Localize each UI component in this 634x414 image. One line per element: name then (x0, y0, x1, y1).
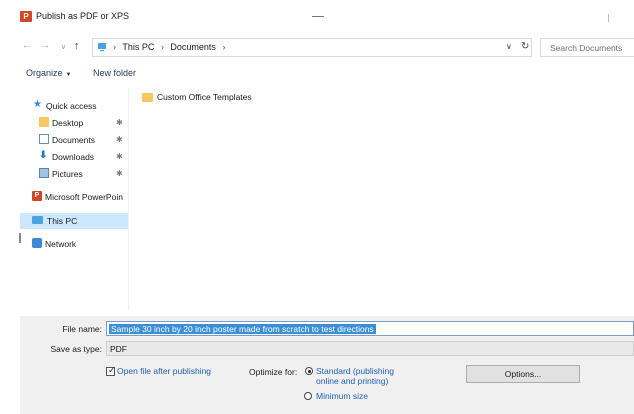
sidebar-item-label: Pictures (52, 169, 83, 179)
address-bar[interactable]: › This PC › Documents › ∨ ↻ (92, 38, 532, 57)
pin-icon[interactable]: ✱ (116, 152, 123, 161)
window-title: Publish as PDF or XPS (36, 11, 130, 21)
breadcrumb-documents[interactable]: Documents (170, 42, 216, 52)
pin-icon[interactable]: ✱ (116, 169, 123, 178)
sidebar-item-label: Network (45, 239, 77, 249)
save-type-select[interactable]: PDF (106, 341, 634, 356)
star-icon: ★ (33, 99, 42, 110)
checkmark-icon: ✓ (108, 365, 116, 375)
new-folder-button[interactable]: New folder (93, 68, 136, 78)
sidebar-item-this-pc[interactable]: This PC (20, 213, 128, 229)
pin-icon[interactable]: ✱ (116, 118, 123, 127)
optimize-minimum-radio[interactable] (304, 392, 312, 400)
sidebar-item-downloads[interactable]: ⬇ Downloads ✱ (39, 149, 125, 165)
save-type-value: PDF (110, 344, 127, 354)
forward-button[interactable]: → (40, 41, 50, 51)
pane-splitter[interactable] (19, 233, 21, 243)
organize-label: Organize (26, 68, 63, 78)
sidebar-item-label: Microsoft PowerPoin (45, 192, 123, 202)
sidebar-item-label: This PC (47, 216, 78, 226)
folder-icon (39, 117, 49, 127)
refresh-icon[interactable]: ↻ (521, 41, 529, 52)
minimize-icon[interactable] (312, 8, 324, 17)
file-name-label: File name: (62, 324, 102, 334)
chevron-down-icon[interactable]: ∨ (506, 42, 512, 51)
download-arrow-icon: ⬇ (39, 150, 48, 161)
file-name: Custom Office Templates (157, 92, 252, 102)
pin-icon[interactable]: ✱ (116, 135, 123, 144)
sidebar-item-label: Downloads (52, 152, 95, 162)
computer-icon (32, 216, 43, 224)
sidebar-item-powerpoint[interactable]: P Microsoft PowerPoin (32, 189, 128, 205)
sidebar-item-desktop[interactable]: Desktop ✱ (39, 115, 125, 131)
sidebar-item-quick-access[interactable]: ★ Quick access (33, 98, 123, 114)
file-list: Custom Office Templates (130, 88, 634, 310)
save-options-panel: File name: Sample 30 inch by 20 inch pos… (20, 316, 634, 414)
optimize-minimum-label[interactable]: Minimum size (316, 391, 368, 401)
toolbar: Organize ▼ New folder (0, 62, 634, 84)
open-after-label[interactable]: Open file after publishing (117, 366, 211, 376)
pictures-icon (39, 168, 49, 178)
network-icon (32, 238, 42, 248)
search-input[interactable]: Search Documents (550, 43, 622, 53)
open-after-checkbox[interactable]: ✓ (106, 365, 116, 376)
recent-locations-button[interactable]: ∨ (61, 43, 66, 53)
powerpoint-icon: P (20, 11, 32, 22)
breadcrumb: › This PC › Documents › (113, 42, 229, 52)
sidebar-item-documents[interactable]: Documents ✱ (39, 132, 125, 148)
sidebar-item-pictures[interactable]: Pictures ✱ (39, 166, 125, 182)
radio-selected-icon (307, 369, 311, 373)
sidebar-item-label: Quick access (46, 101, 97, 111)
sidebar-item-network[interactable]: Network (32, 236, 122, 252)
window-edge-icon (608, 14, 609, 22)
navigation-row: ← → ∨ ↑ › This PC › Documents › ∨ ↻ Sear… (0, 36, 634, 58)
optimize-for-label: Optimize for: (249, 367, 298, 377)
sidebar-item-label: Documents (52, 135, 95, 145)
optimize-standard-radio[interactable] (305, 367, 313, 375)
folder-icon (142, 93, 153, 102)
organize-button[interactable]: Organize ▼ (26, 68, 71, 78)
documents-icon (39, 134, 49, 144)
navigation-pane: ★ Quick access Desktop ✱ Documents ✱ ⬇ D… (20, 88, 129, 310)
sidebar-item-label: Desktop (52, 118, 84, 128)
back-button[interactable]: ← (22, 41, 32, 51)
up-button[interactable]: ↑ (74, 41, 80, 52)
file-name-field[interactable]: Sample 30 inch by 20 inch poster made fr… (106, 321, 634, 336)
powerpoint-icon: P (32, 191, 42, 201)
options-button[interactable]: Options... (466, 365, 580, 383)
publish-dialog: P Publish as PDF or XPS ← → ∨ ↑ › This P… (0, 0, 634, 414)
computer-icon (98, 43, 106, 52)
search-box[interactable]: Search Documents (540, 38, 634, 57)
file-name-input[interactable]: Sample 30 inch by 20 inch poster made fr… (109, 324, 376, 334)
title-bar: P Publish as PDF or XPS (0, 0, 634, 30)
caret-down-icon: ▼ (65, 72, 72, 78)
save-type-label: Save as type: (50, 344, 102, 354)
breadcrumb-separator: › (113, 42, 116, 52)
breadcrumb-separator: › (160, 42, 164, 52)
breadcrumb-separator[interactable]: › (222, 42, 225, 52)
breadcrumb-this-pc[interactable]: This PC (122, 42, 154, 52)
optimize-standard-label[interactable]: Standard (publishing online and printing… (316, 366, 416, 386)
